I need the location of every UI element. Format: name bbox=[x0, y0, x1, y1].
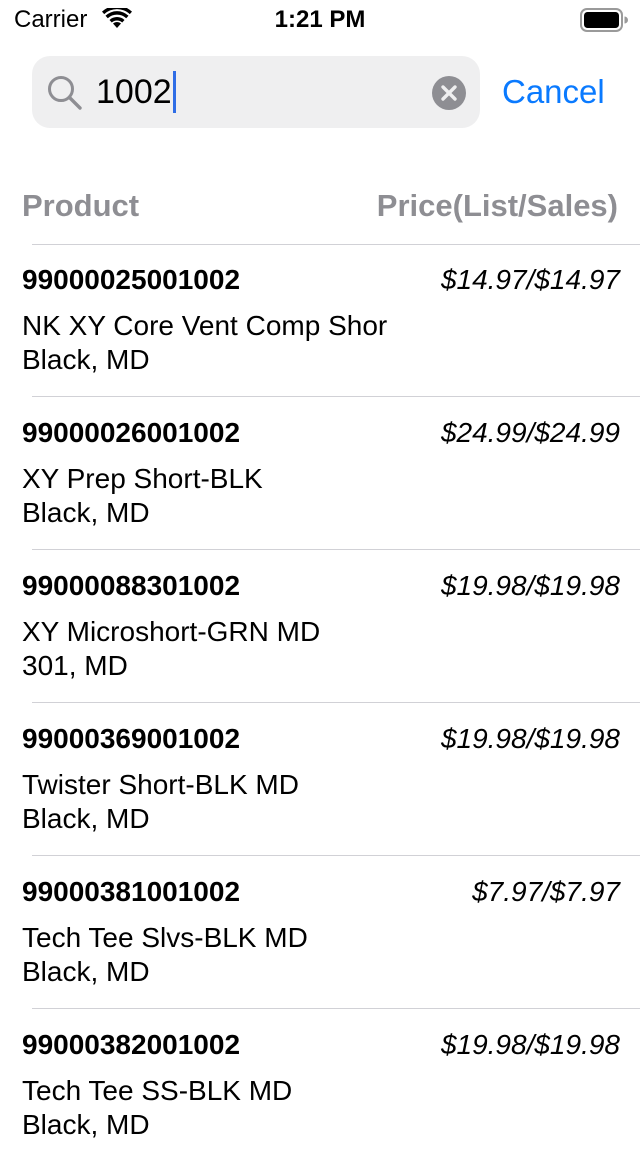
product-name: Twister Short-BLK MD bbox=[22, 769, 299, 800]
product-price: $19.98/$19.98 bbox=[440, 570, 620, 601]
product-name: NK XY Core Vent Comp Shor bbox=[22, 310, 388, 341]
product-row[interactable]: 99000088301002 $19.98/$19.98 XY Microsho… bbox=[0, 550, 640, 703]
search-input[interactable]: 1002 bbox=[32, 56, 480, 128]
product-sku: 99000381001002 bbox=[22, 876, 241, 907]
header-product: Product bbox=[22, 188, 140, 223]
status-time: 1:21 PM bbox=[274, 6, 366, 33]
product-variant: Black, MD bbox=[22, 803, 150, 834]
cancel-button[interactable]: Cancel bbox=[502, 56, 605, 128]
product-sku: 99000088301002 bbox=[22, 570, 241, 601]
product-variant: Black, MD bbox=[22, 956, 150, 987]
product-row[interactable]: 99000026001002 $24.99/$24.99 XY Prep Sho… bbox=[0, 397, 640, 550]
battery-icon bbox=[580, 8, 628, 32]
header-price: Price(List/Sales) bbox=[376, 188, 618, 223]
product-list: 99000025001002 $14.97/$14.97 NK XY Core … bbox=[0, 244, 640, 1162]
product-variant: 301, MD bbox=[22, 650, 128, 681]
product-price: $19.98/$19.98 bbox=[440, 723, 620, 754]
product-row[interactable]: 99000382001002 $19.98/$19.98 Tech Tee SS… bbox=[0, 1009, 640, 1162]
product-name: Tech Tee Slvs-BLK MD bbox=[22, 922, 308, 953]
clear-search-icon[interactable] bbox=[432, 76, 466, 110]
product-name: XY Microshort-GRN MD bbox=[22, 616, 321, 647]
product-sku: 99000026001002 bbox=[22, 417, 241, 448]
product-variant: Black, MD bbox=[22, 344, 150, 375]
product-price: $14.97/$14.97 bbox=[440, 264, 620, 295]
product-name: XY Prep Short-BLK bbox=[22, 463, 263, 494]
product-name: Tech Tee SS-BLK MD bbox=[22, 1075, 293, 1106]
search-row: 1002 Cancel bbox=[0, 56, 640, 128]
product-price: $19.98/$19.98 bbox=[440, 1029, 620, 1060]
product-price: $24.99/$24.99 bbox=[440, 417, 620, 448]
list-header: Product Price(List/Sales) bbox=[0, 178, 640, 238]
product-row[interactable]: 99000381001002 $7.97/$7.97 Tech Tee Slvs… bbox=[0, 856, 640, 1009]
product-variant: Black, MD bbox=[22, 497, 150, 528]
product-sku: 99000382001002 bbox=[22, 1029, 241, 1060]
product-sku: 99000025001002 bbox=[22, 264, 241, 295]
product-row[interactable]: 99000025001002 $14.97/$14.97 NK XY Core … bbox=[0, 244, 640, 397]
text-caret bbox=[172, 71, 176, 114]
status-bar: Carrier 1:21 PM bbox=[0, 0, 640, 40]
product-variant: Black, MD bbox=[22, 1109, 150, 1140]
search-input-value[interactable]: 1002 bbox=[96, 56, 176, 128]
product-sku: 99000369001002 bbox=[22, 723, 241, 754]
search-icon bbox=[46, 74, 84, 112]
product-price: $7.97/$7.97 bbox=[472, 876, 620, 907]
product-row[interactable]: 99000369001002 $19.98/$19.98 Twister Sho… bbox=[0, 703, 640, 856]
